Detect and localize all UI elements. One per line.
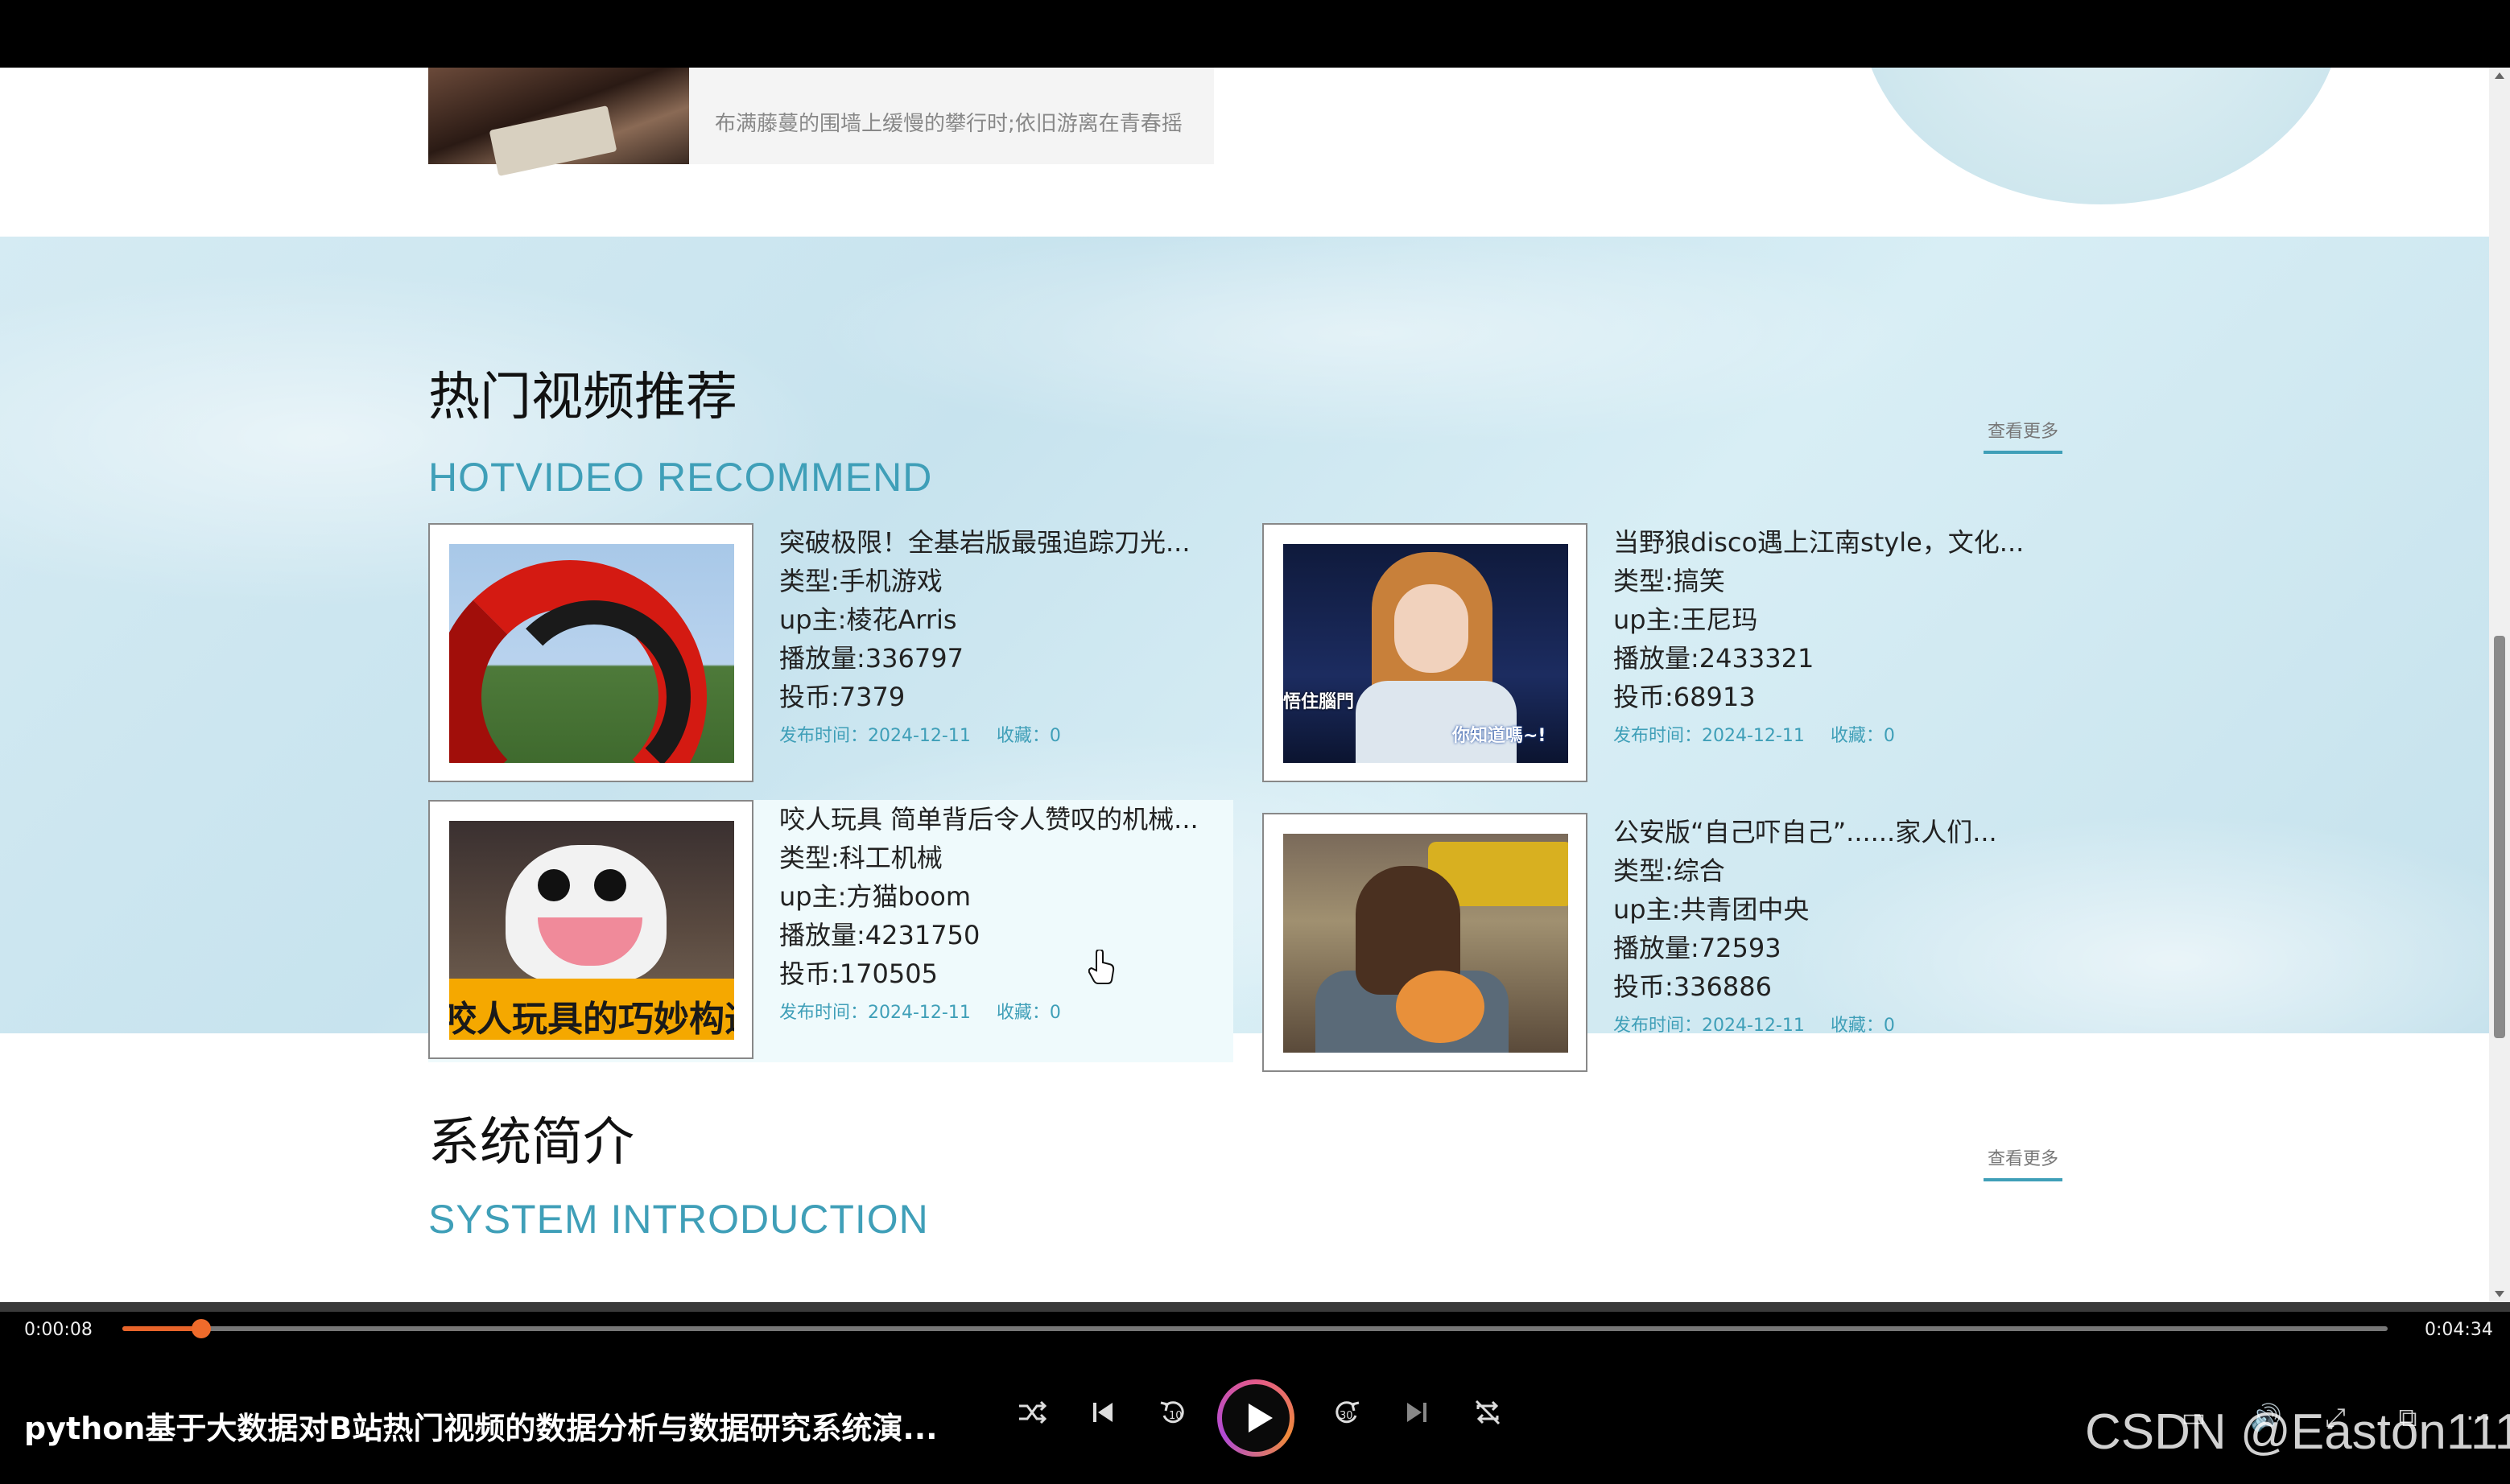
thumbnail-caption: 悟住腦門 (1283, 692, 1355, 712)
thumbnail-caption: 咬人玩具的巧妙构造 (449, 999, 734, 1040)
publish-date: 发布时间：2024-12-11 (1613, 1016, 1805, 1036)
video-uploader: up主:王尼玛 (1613, 604, 1758, 635)
video-title[interactable]: 咬人玩具 简单背后令人赞叹的机械... (779, 800, 1214, 839)
play-icon (1249, 1404, 1273, 1432)
web-page: 布满藤蔓的围墙上缓慢的攀行时;依旧游离在青春摇 热门视频推荐 HOTVIDEO … (0, 68, 2489, 1302)
video-info: 咬人玩具 简单背后令人赞叹的机械... 类型:科工机械 up主:方猫boom 播… (779, 800, 1230, 1024)
article-excerpt: 布满藤蔓的围墙上缓慢的攀行时;依旧游离在青春摇 (715, 112, 1183, 136)
video-coins: 投币:336886 (1613, 971, 1772, 1002)
intro-section-subtitle: SYSTEM INTRODUCTION (428, 1197, 929, 1242)
video-meta: 发布时间：2024-12-11 收藏：0 (1613, 1011, 2064, 1037)
video-plays: 播放量:2433321 (1613, 643, 1814, 674)
video-meta: 发布时间：2024-12-11 收藏：0 (1613, 721, 2064, 747)
video-thumbnail-frame[interactable]: 悟住腦門 你知道嗎~! (1262, 523, 1587, 782)
publish-date: 发布时间：2024-12-11 (779, 1003, 971, 1023)
video-type: 类型:综合 (1613, 855, 1725, 886)
video-type: 类型:搞笑 (1613, 566, 1725, 596)
favorites-count: 收藏：0 (1830, 1016, 1895, 1036)
view-more-link[interactable]: 查看更多 (1984, 417, 2062, 454)
svg-text:10: 10 (1169, 1410, 1183, 1422)
video-info: 公安版“自己吓自己”......家人们... 类型:综合 up主:共青团中央 播… (1613, 813, 2064, 1037)
shuffle-icon[interactable] (1008, 1395, 1056, 1444)
video-card[interactable]: 悟住腦門 你知道嗎~! 当野狼disco遇上江南style，文化... 类型:搞… (1262, 523, 2067, 785)
scroll-up-icon[interactable] (2495, 72, 2504, 79)
video-coins: 投币:7379 (779, 682, 906, 712)
scroll-down-icon[interactable] (2495, 1291, 2504, 1297)
seek-bar[interactable] (122, 1319, 2388, 1338)
player-top-edge (0, 1302, 2510, 1312)
section-subtitle: HOTVIDEO RECOMMEND (428, 455, 933, 500)
video-thumbnail (1283, 834, 1568, 1053)
book-shape (489, 105, 617, 176)
video-meta: 发布时间：2024-12-11 收藏：0 (779, 998, 1230, 1024)
favorites-count: 收藏：0 (996, 726, 1061, 746)
video-coins: 投币:68913 (1613, 682, 1756, 712)
repeat-off-icon[interactable] (1463, 1395, 1512, 1444)
favorites-count: 收藏：0 (996, 1003, 1061, 1023)
intro-section-title: 系统简介 (428, 1113, 634, 1173)
video-plays: 播放量:72593 (1613, 933, 1781, 963)
video-thumbnail-frame[interactable] (1262, 813, 1587, 1072)
video-meta: 发布时间：2024-12-11 收藏：0 (779, 721, 1230, 747)
previous-icon[interactable] (1079, 1395, 1127, 1444)
svg-text:30: 30 (1340, 1410, 1353, 1422)
video-plays: 播放量:4231750 (779, 920, 980, 950)
video-thumbnail-frame[interactable]: 咬人玩具的巧妙构造 (428, 800, 753, 1059)
video-thumbnail-frame[interactable] (428, 523, 753, 782)
video-card[interactable]: 咬人玩具的巧妙构造 咬人玩具 简单背后令人赞叹的机械... 类型:科工机械 up… (428, 800, 1233, 1062)
video-uploader: up主:棱花Arris (779, 604, 957, 635)
video-type: 类型:手机游戏 (779, 566, 943, 596)
video-player-controls: 0:00:08 0:04:34 python基于大数据对B站热门视频的数据分析与… (0, 1302, 2510, 1484)
video-title[interactable]: 公安版“自己吓自己”......家人们... (1613, 813, 2048, 851)
page-scrollbar[interactable] (2489, 68, 2510, 1302)
video-info: 当野狼disco遇上江南style，文化... 类型:搞笑 up主:王尼玛 播放… (1613, 523, 2064, 747)
video-plays: 播放量:336797 (779, 643, 964, 674)
video-title[interactable]: 突破极限！全基岩版最强追踪刀光... (779, 523, 1214, 562)
next-icon[interactable] (1393, 1395, 1441, 1444)
view-more-link[interactable]: 查看更多 (1984, 1144, 2062, 1181)
hand-cursor-icon (1088, 950, 1115, 984)
previous-article-card[interactable]: 布满藤蔓的围墙上缓慢的攀行时;依旧游离在青春摇 (428, 68, 1214, 176)
forward-30-icon[interactable]: 30 (1322, 1395, 1370, 1444)
video-thumbnail: 咬人玩具的巧妙构造 (449, 821, 734, 1040)
video-thumbnail (449, 544, 734, 763)
seek-knob[interactable] (192, 1319, 212, 1338)
video-thumbnail: 悟住腦門 你知道嗎~! (1283, 544, 1568, 763)
publish-date: 发布时间：2024-12-11 (1613, 726, 1805, 746)
publish-date: 发布时间：2024-12-11 (779, 726, 971, 746)
video-uploader: up主:方猫boom (779, 881, 972, 912)
video-uploader: up主:共青团中央 (1613, 894, 1810, 925)
video-title[interactable]: 当野狼disco遇上江南style，文化... (1613, 523, 2048, 562)
csdn-watermark: CSDN @Easton111 (2085, 1404, 2510, 1460)
video-card[interactable]: 公安版“自己吓自己”......家人们... 类型:综合 up主:共青团中央 播… (1262, 813, 2067, 1075)
hot-video-section: 热门视频推荐 HOTVIDEO RECOMMEND 查看更多 突破极限！全基岩版… (0, 237, 2489, 1072)
total-time: 0:04:34 (2425, 1320, 2493, 1340)
current-time: 0:00:08 (24, 1320, 93, 1340)
play-button[interactable] (1217, 1379, 1294, 1457)
rewind-10-icon[interactable]: 10 (1150, 1395, 1198, 1444)
favorites-count: 收藏：0 (1830, 726, 1895, 746)
video-info: 突破极限！全基岩版最强追踪刀光... 类型:手机游戏 up主:棱花Arris 播… (779, 523, 1230, 747)
thumbnail-caption: 你知道嗎~! (1452, 726, 1546, 746)
video-title: python基于大数据对B站热门视频的数据分析与数据研究系统演... (24, 1411, 938, 1446)
scrollbar-thumb[interactable] (2494, 636, 2505, 1038)
video-type: 类型:科工机械 (779, 843, 943, 873)
section-title: 热门视频推荐 (428, 368, 737, 427)
top-black-bar (0, 0, 2510, 68)
video-coins: 投币:170505 (779, 958, 938, 989)
video-card[interactable]: 突破极限！全基岩版最强追踪刀光... 类型:手机游戏 up主:棱花Arris 播… (428, 523, 1233, 785)
decorative-circle (1860, 68, 2343, 204)
seek-bar-fill (122, 1326, 202, 1331)
article-thumbnail (428, 68, 689, 176)
